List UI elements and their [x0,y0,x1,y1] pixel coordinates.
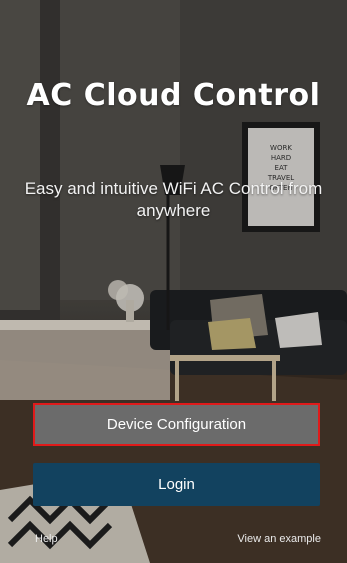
app-subtitle: Easy and intuitive WiFi AC Control from … [24,179,323,220]
login-button[interactable]: Login [33,463,320,506]
device-configuration-button[interactable]: Device Configuration [33,403,320,446]
help-link[interactable]: Help [35,533,58,545]
login-screen: WORK HARD EAT TRAVEL OFTEN AC Cloud Cont… [0,0,347,563]
app-title: AC Cloud Control [26,78,321,113]
view-example-link[interactable]: View an example [237,533,321,545]
